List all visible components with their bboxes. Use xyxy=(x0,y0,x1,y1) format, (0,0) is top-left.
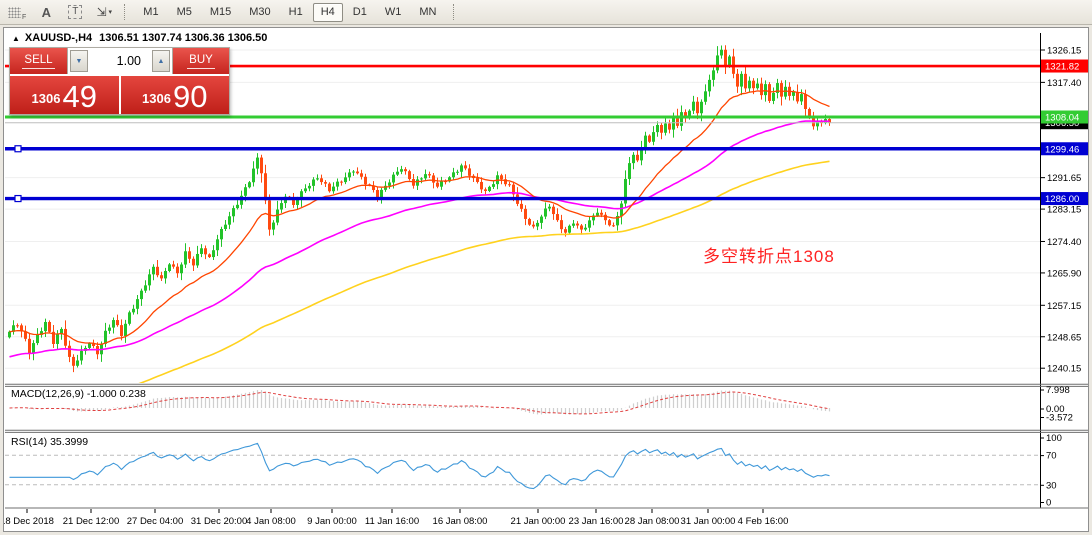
price-tick-label: 1291.65 xyxy=(1047,173,1081,184)
grid-f-label: F xyxy=(22,14,26,21)
timeframe-button-h1[interactable]: H1 xyxy=(281,3,311,22)
price-badge-label: 1299.46 xyxy=(1045,144,1079,155)
time-label: 21 Jan 00:00 xyxy=(511,516,566,527)
grid-dots-icon xyxy=(8,7,21,18)
rsi-axis-label: 30 xyxy=(1046,480,1057,491)
time-label: 31 Jan 00:00 xyxy=(681,516,736,527)
time-label: 16 Jan 08:00 xyxy=(433,516,488,527)
price-badge-label: 1321.82 xyxy=(1045,62,1079,73)
rsi-line xyxy=(10,443,830,488)
price-tick-label: 1317.40 xyxy=(1047,78,1081,89)
trade-panel-row1: SELL ▼ 1.00 ▲ BUY xyxy=(10,48,229,74)
toolbar-separator xyxy=(124,4,126,20)
timeframe-button-w1[interactable]: W1 xyxy=(377,3,410,22)
ma-medium-line xyxy=(10,121,830,357)
letter-a-icon: A xyxy=(42,5,51,20)
timeframe-button-m5[interactable]: M5 xyxy=(169,3,200,22)
price-tick-label: 1274.40 xyxy=(1047,237,1081,248)
timeframe-button-h4[interactable]: H4 xyxy=(313,3,343,22)
macd-axis-label: 7.998 xyxy=(1046,385,1070,396)
line-handle[interactable] xyxy=(15,196,21,202)
time-label: 31 Dec 20:00 xyxy=(191,516,248,527)
time-label: 4 Jan 08:00 xyxy=(246,516,296,527)
chart-title: ▲ XAUUSD-,H4 1306.51 1307.74 1306.36 1306.… xyxy=(12,32,267,44)
timeframe-bar: M1M5M15M30H1H4D1W1MN xyxy=(134,2,445,22)
one-click-trade-panel: SELL ▼ 1.00 ▲ BUY 130649 130690 xyxy=(9,47,230,115)
ohlc-values: 1306.51 1307.74 1306.36 1306.50 xyxy=(99,32,267,44)
arrow-tools-button[interactable]: ⇲ ▾ xyxy=(92,2,116,22)
price-tick-label: 1326.15 xyxy=(1047,46,1081,57)
rsi-axis-label: 70 xyxy=(1046,451,1057,462)
time-label: 11 Jan 16:00 xyxy=(365,516,419,527)
macd-indicator-label: MACD(12,26,9) -1.000 0.238 xyxy=(11,388,146,400)
time-label: 4 Feb 16:00 xyxy=(738,516,789,527)
indicator-grid-button[interactable]: F xyxy=(5,2,29,22)
timeframe-button-m15[interactable]: M15 xyxy=(202,3,239,22)
trade-panel-row2: 130649 130690 xyxy=(10,74,229,114)
time-label: 9 Jan 00:00 xyxy=(307,516,357,527)
time-label: 23 Jan 16:00 xyxy=(569,516,624,527)
time-label: 21 Dec 12:00 xyxy=(63,516,120,527)
caret-down-icon: ▾ xyxy=(109,8,113,16)
line-handle[interactable] xyxy=(15,146,21,152)
collapse-arrow-icon[interactable]: ▲ xyxy=(12,34,20,43)
toolbar-separator xyxy=(453,4,455,20)
toolbar: F A T ⇲ ▾ M1M5M15M30H1H4D1W1MN xyxy=(0,0,1092,25)
text-label-button[interactable]: A xyxy=(34,2,58,22)
sell-button[interactable]: SELL xyxy=(10,48,67,74)
letter-t-icon: T xyxy=(68,5,82,19)
price-tick-label: 1248.65 xyxy=(1047,332,1081,343)
price-tick-label: 1265.90 xyxy=(1047,268,1081,279)
arrow-tools-icon: ⇲ xyxy=(96,5,106,19)
time-label: 28 Jan 08:00 xyxy=(625,516,680,527)
rsi-indicator-label: RSI(14) 35.3999 xyxy=(11,436,88,448)
buy-button[interactable]: BUY xyxy=(173,48,229,74)
mt4-window: F A T ⇲ ▾ M1M5M15M30H1H4D1W1MN 1326.15 13… xyxy=(0,0,1092,535)
volume-control: ▼ 1.00 ▲ xyxy=(67,48,173,74)
ma-fast-line xyxy=(10,91,830,345)
price-badge-label: 1308.04 xyxy=(1045,113,1079,124)
volume-input[interactable]: 1.00 xyxy=(90,48,150,74)
price-tick-label: 1240.15 xyxy=(1047,364,1081,375)
timeframe-button-m1[interactable]: M1 xyxy=(135,3,166,22)
time-label: 18 Dec 2018 xyxy=(4,516,54,527)
text-box-button[interactable]: T xyxy=(63,2,87,22)
buy-price-display[interactable]: 130690 xyxy=(121,76,230,114)
time-label: 27 Dec 04:00 xyxy=(127,516,184,527)
price-badge-label: 1286.00 xyxy=(1045,194,1079,205)
timeframe-button-d1[interactable]: D1 xyxy=(345,3,375,22)
volume-up-button[interactable]: ▲ xyxy=(152,50,170,72)
timeframe-button-m30[interactable]: M30 xyxy=(241,3,278,22)
symbol-period-label: XAUUSD-,H4 xyxy=(25,32,92,44)
chart-annotation[interactable]: 多空转折点1308 xyxy=(703,242,835,267)
sell-price-display[interactable]: 130649 xyxy=(10,76,119,114)
volume-down-button[interactable]: ▼ xyxy=(70,50,88,72)
rsi-axis-label: 0 xyxy=(1046,498,1051,509)
price-tick-label: 1257.15 xyxy=(1047,301,1081,312)
price-tick-label: 1283.15 xyxy=(1047,205,1081,216)
rsi-axis-label: 100 xyxy=(1046,433,1062,444)
timeframe-button-mn[interactable]: MN xyxy=(411,3,444,22)
macd-axis-label: -3.572 xyxy=(1046,413,1073,424)
